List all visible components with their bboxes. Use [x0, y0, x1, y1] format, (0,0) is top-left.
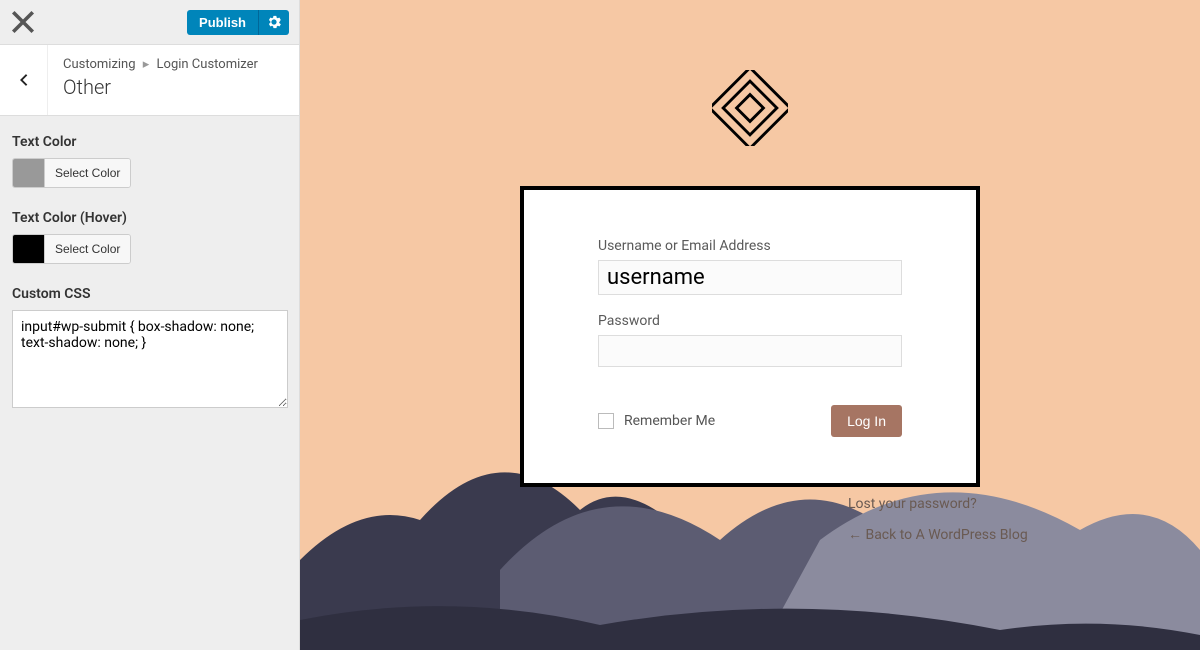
preview-pane: Username or Email Address Password Remem… [300, 0, 1200, 650]
back-to-site-link[interactable]: ← Back to A WordPress Blog [848, 526, 1028, 543]
login-button[interactable]: Log In [831, 405, 902, 437]
panel-title: Other [63, 75, 258, 99]
select-color-button[interactable]: Select Color [45, 159, 130, 187]
custom-css-label: Custom CSS [12, 286, 287, 302]
close-icon [10, 9, 36, 35]
remember-me-group: Remember Me [598, 413, 715, 429]
chevron-left-icon [17, 73, 31, 87]
password-input[interactable] [598, 335, 902, 367]
color-swatch-grey [13, 159, 45, 187]
publish-settings-button[interactable] [258, 10, 289, 35]
username-input[interactable] [598, 260, 902, 295]
back-button[interactable] [0, 45, 48, 115]
top-actions: Publish [187, 10, 289, 35]
chevron-right-icon: ▸ [143, 57, 150, 72]
breadcrumb-root[interactable]: Customizing [63, 57, 136, 72]
close-button[interactable] [10, 9, 36, 35]
below-form-links: Lost your password? ← Back to A WordPres… [848, 496, 1028, 543]
breadcrumb-trail: Customizing ▸ Login Customizer [63, 57, 258, 72]
text-color-label: Text Color [12, 134, 287, 150]
form-bottom-row: Remember Me Log In [598, 405, 902, 437]
password-label: Password [598, 313, 902, 329]
breadcrumb-parent[interactable]: Login Customizer [157, 57, 258, 72]
controls-body: Text Color Select Color Text Color (Hove… [0, 116, 299, 430]
lost-password-link[interactable]: Lost your password? [848, 496, 1028, 512]
breadcrumb-body: Customizing ▸ Login Customizer Other [48, 45, 273, 111]
username-label: Username or Email Address [598, 238, 902, 254]
login-form: Username or Email Address Password Remem… [520, 186, 980, 487]
customizer-sidebar: Publish Customizing ▸ Login Customizer O… [0, 0, 300, 650]
color-swatch-black [13, 235, 45, 263]
gear-icon [267, 15, 281, 29]
custom-css-textarea[interactable] [12, 310, 288, 408]
site-logo[interactable] [712, 70, 788, 150]
remember-me-checkbox[interactable] [598, 413, 614, 429]
text-color-hover-label: Text Color (Hover) [12, 210, 287, 226]
logo-icon [712, 70, 788, 146]
text-color-picker[interactable]: Select Color [12, 158, 131, 188]
breadcrumb-panel: Customizing ▸ Login Customizer Other [0, 45, 299, 116]
publish-button[interactable]: Publish [187, 10, 258, 35]
sidebar-top-bar: Publish [0, 0, 299, 45]
text-color-hover-picker[interactable]: Select Color [12, 234, 131, 264]
remember-me-label: Remember Me [624, 413, 715, 429]
select-color-hover-button[interactable]: Select Color [45, 235, 130, 263]
